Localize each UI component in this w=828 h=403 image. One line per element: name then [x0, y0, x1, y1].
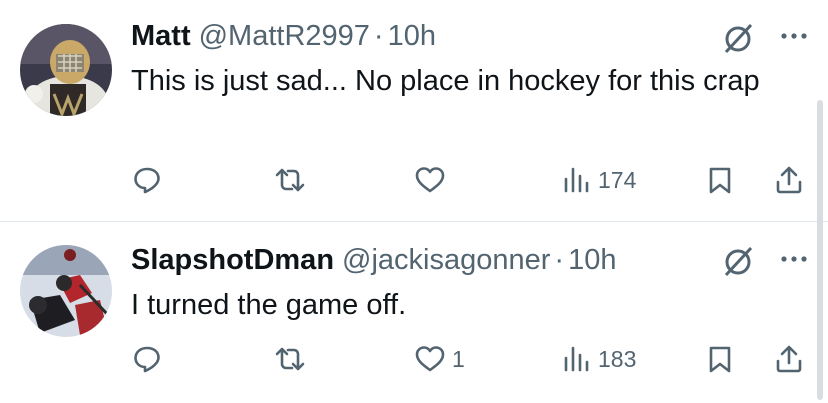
separator-dot: · — [554, 244, 565, 276]
grok-icon[interactable] — [720, 20, 756, 56]
more-icon[interactable] — [777, 26, 811, 46]
tweet[interactable]: Matt @MattR2997 · 10h This is just sad..… — [0, 0, 828, 222]
bookmark-button[interactable] — [706, 339, 734, 379]
action-bar: 174 — [0, 160, 828, 200]
share-button[interactable] — [774, 339, 804, 379]
tweet-text: I turned the game off. — [131, 289, 407, 321]
views-icon — [564, 346, 589, 372]
views-count: 174 — [598, 166, 637, 193]
reply-button[interactable] — [132, 160, 168, 200]
reply-icon — [134, 167, 160, 194]
share-button[interactable] — [774, 160, 804, 200]
tweet-text: This is just sad... No place in hockey f… — [131, 65, 760, 97]
action-bar: 1 183 — [0, 339, 828, 379]
retweet-icon — [275, 347, 305, 371]
bookmark-icon — [709, 346, 731, 373]
tweet-header: Matt @MattR2997 · 10h — [131, 20, 436, 53]
tweet[interactable]: SlapshotDman @jackisagonner · 10h I turn… — [0, 223, 828, 403]
avatar[interactable] — [20, 245, 112, 337]
bookmark-icon — [709, 167, 731, 194]
reply-icon — [134, 346, 160, 373]
like-button[interactable]: 1 — [414, 339, 465, 379]
views-button[interactable]: 174 — [562, 160, 636, 200]
like-icon — [415, 167, 445, 193]
retweet-button[interactable] — [273, 160, 313, 200]
scrollbar[interactable] — [817, 100, 823, 400]
display-name[interactable]: Matt — [131, 20, 191, 53]
like-icon — [415, 346, 445, 372]
tweet-header: SlapshotDman @jackisagonner · 10h — [131, 244, 616, 277]
user-handle[interactable]: @MattR2997 — [199, 20, 370, 53]
share-icon — [776, 345, 802, 373]
more-icon[interactable] — [777, 249, 811, 269]
like-button[interactable] — [414, 160, 452, 200]
user-handle[interactable]: @jackisagonner — [342, 244, 550, 277]
share-icon — [776, 166, 802, 194]
bookmark-button[interactable] — [706, 160, 734, 200]
like-count: 1 — [452, 345, 465, 372]
goalie-avatar-icon — [20, 24, 112, 116]
avatar[interactable] — [20, 24, 112, 116]
tweet-divider — [0, 221, 828, 222]
hockey-players-avatar-icon — [20, 245, 112, 337]
retweet-button[interactable] — [273, 339, 313, 379]
retweet-icon — [275, 168, 305, 192]
reply-button[interactable] — [132, 339, 168, 379]
grok-icon[interactable] — [720, 243, 756, 279]
views-button[interactable]: 183 — [562, 339, 636, 379]
timestamp[interactable]: 10h — [568, 244, 616, 277]
display-name[interactable]: SlapshotDman — [131, 244, 334, 277]
timestamp[interactable]: 10h — [388, 20, 436, 53]
views-icon — [564, 167, 589, 193]
views-count: 183 — [598, 345, 637, 372]
separator-dot: · — [373, 20, 384, 52]
